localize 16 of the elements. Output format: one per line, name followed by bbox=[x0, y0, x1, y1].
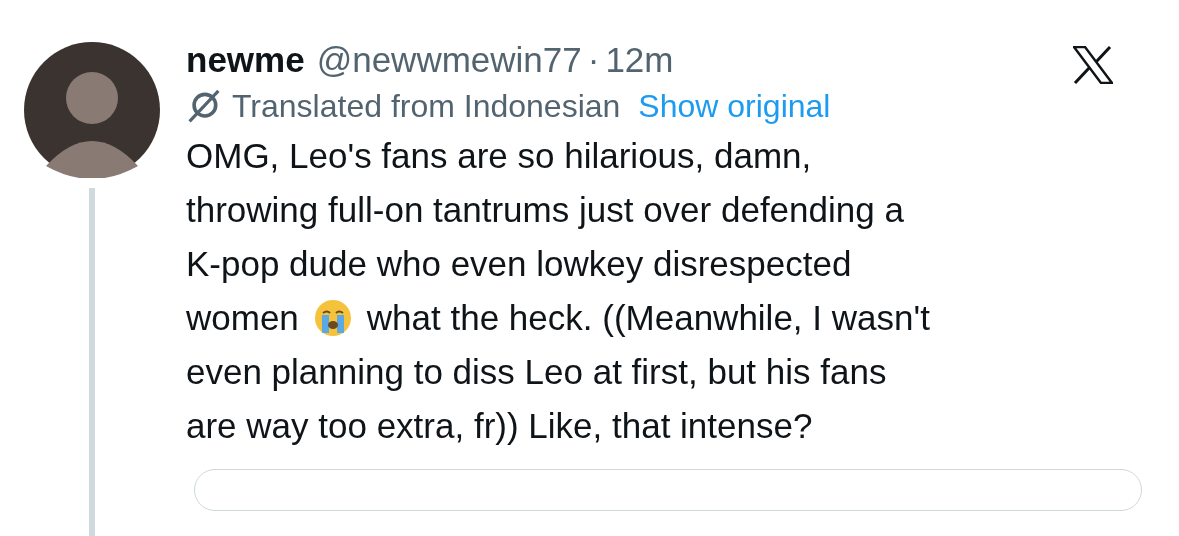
tweet-text: K-pop dude who even lowkey disrespected bbox=[186, 243, 852, 285]
logo-icon bbox=[1073, 46, 1113, 84]
separator-dot: · bbox=[587, 40, 600, 80]
tweet-text: women bbox=[186, 297, 299, 339]
tweet-text: what the heck. ((Meanwhile, I wasn't bbox=[366, 297, 930, 339]
tweet-text: are way too extra, fr)) Like, that intense? bbox=[186, 405, 813, 447]
tweet-text: even planning to diss Leo at first, but his fans bbox=[186, 351, 887, 393]
user-handle[interactable]: @newwmewin77 bbox=[316, 40, 582, 80]
translation-label: Translated from Indonesian bbox=[232, 88, 621, 125]
tweet-text: throwing full-on tantrums just over defending a bbox=[186, 189, 904, 231]
timestamp[interactable]: 12m bbox=[605, 40, 674, 80]
tweet-text: OMG, Leo's fans are so hilarious, damn, bbox=[186, 135, 812, 177]
crying-emoji-icon bbox=[312, 298, 353, 338]
display-name[interactable]: newme bbox=[186, 40, 305, 80]
avatar[interactable] bbox=[24, 42, 160, 178]
translate-icon bbox=[186, 88, 222, 125]
